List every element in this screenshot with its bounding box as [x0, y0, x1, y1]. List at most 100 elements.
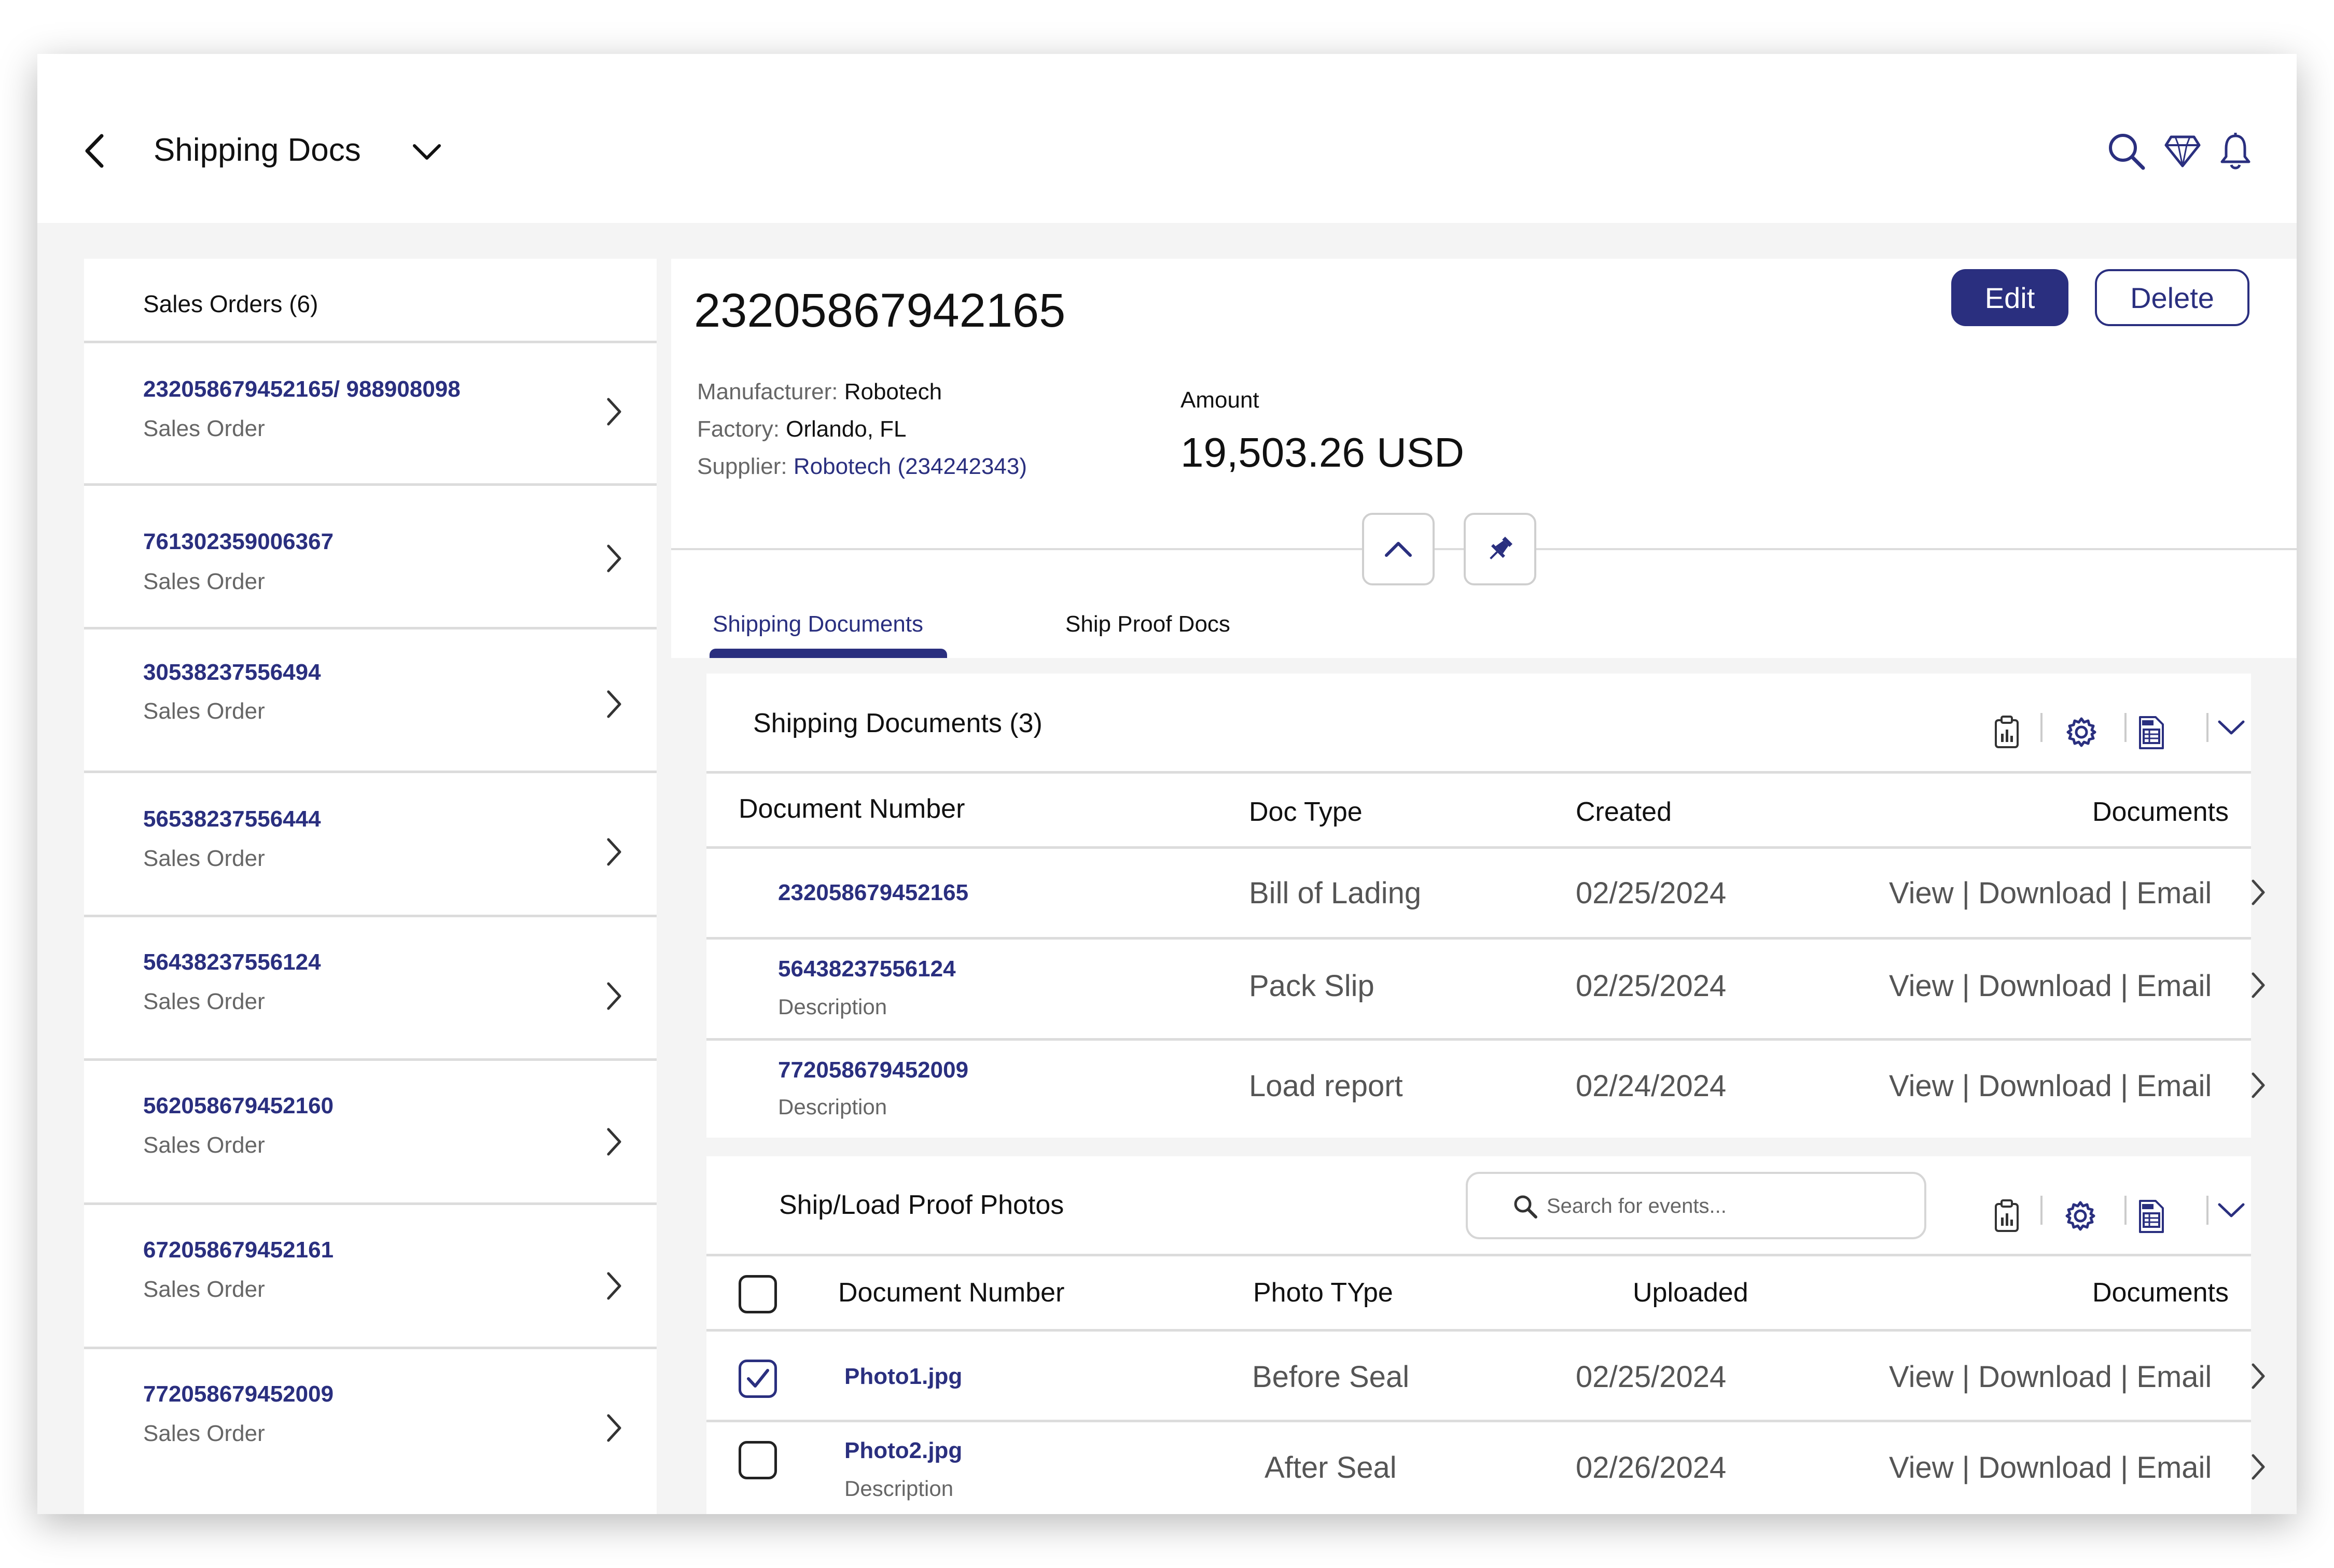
gear-icon[interactable] — [2064, 1200, 2096, 1232]
chevron-down-icon[interactable] — [2217, 1202, 2246, 1219]
chevron-right-icon[interactable] — [2250, 1362, 2267, 1391]
supplier-label: Supplier: — [697, 454, 787, 479]
photo-name-link[interactable]: Photo2.jpg — [844, 1438, 962, 1464]
list-item[interactable]: 30538237556494 Sales Order — [84, 629, 657, 773]
amount-label: Amount — [1180, 387, 1259, 413]
table-row[interactable]: 56438237556124 Description Pack Slip 02/… — [706, 940, 2265, 1041]
view-link[interactable]: View — [1889, 1069, 1954, 1103]
app-window: Shipping Docs Sales Orders (6) 232058679… — [37, 54, 2297, 1514]
chevron-right-icon — [605, 1270, 623, 1301]
list-item[interactable]: 772058679452009 Sales Order — [84, 1349, 657, 1514]
sales-order-number: 772058679452009 — [143, 1381, 334, 1407]
table-row[interactable]: 772058679452009 Description Load report … — [706, 1041, 2265, 1138]
back-arrow-icon[interactable] — [83, 133, 106, 169]
chevron-right-icon[interactable] — [2250, 971, 2267, 1000]
pin-button[interactable] — [1464, 513, 1536, 585]
supplier-link[interactable]: Robotech (234242343) — [794, 454, 1027, 479]
list-item[interactable]: 232058679452165/ 988908098 Sales Order — [84, 343, 657, 486]
sales-order-number: 672058679452161 — [143, 1237, 334, 1263]
search-input[interactable] — [1546, 1186, 1911, 1226]
email-link[interactable]: Email — [2136, 1069, 2212, 1103]
search-icon[interactable] — [2107, 132, 2146, 171]
table-row[interactable]: Photo2.jpg Description After Seal 02/26/… — [706, 1422, 2265, 1514]
email-link[interactable]: Email — [2136, 969, 2212, 1003]
document-number-link[interactable]: 772058679452009 — [778, 1057, 968, 1083]
view-link[interactable]: View — [1889, 1360, 1954, 1394]
chevron-down-icon[interactable] — [412, 143, 442, 161]
download-link[interactable]: Download — [1978, 1451, 2112, 1485]
document-icon[interactable] — [2138, 1199, 2165, 1234]
clipboard-icon[interactable] — [1994, 715, 2020, 749]
tab-shipping-documents[interactable]: Shipping Documents — [713, 611, 923, 637]
view-link[interactable]: View — [1889, 1451, 1954, 1485]
action-separator: | — [1962, 1360, 1970, 1394]
sales-order-type: Sales Order — [143, 1421, 265, 1446]
chevron-right-icon — [605, 1412, 623, 1444]
chevron-right-icon[interactable] — [2250, 878, 2267, 907]
page-title: Shipping Docs — [154, 132, 361, 168]
created-date: 02/24/2024 — [1576, 1069, 1727, 1103]
view-link[interactable]: View — [1889, 969, 1954, 1003]
download-link[interactable]: Download — [1978, 1360, 2112, 1394]
table-row[interactable]: 232058679452165 Bill of Lading 02/25/202… — [706, 849, 2265, 940]
table-row[interactable]: Photo1.jpg Before Seal 02/25/2024 View |… — [706, 1332, 2265, 1422]
list-item[interactable]: 56538237556444 Sales Order — [84, 773, 657, 917]
photo-name-link[interactable]: Photo1.jpg — [844, 1364, 962, 1390]
row-checkbox[interactable] — [739, 1441, 777, 1479]
photo-type: Before Seal — [1252, 1360, 1410, 1394]
proof-photos-title: Ship/Load Proof Photos — [779, 1190, 1064, 1220]
sales-order-type: Sales Order — [143, 416, 265, 441]
clipboard-icon[interactable] — [1994, 1199, 2020, 1233]
list-item[interactable]: 761302359006367 Sales Order — [84, 486, 657, 629]
factory-line: Factory: Orlando, FL — [697, 416, 907, 442]
list-item[interactable]: 672058679452161 Sales Order — [84, 1205, 657, 1349]
download-link[interactable]: Download — [1978, 876, 2112, 910]
list-item[interactable]: 56438237556124 Sales Order — [84, 917, 657, 1061]
column-header: Document Number — [838, 1278, 1065, 1308]
select-all-checkbox[interactable] — [739, 1275, 777, 1313]
doc-type: Bill of Lading — [1249, 876, 1422, 910]
search-events-field[interactable] — [1466, 1172, 1926, 1239]
action-separator: | — [1962, 969, 1970, 1003]
sales-order-type: Sales Order — [143, 569, 265, 594]
diamond-icon[interactable] — [2164, 135, 2201, 168]
collapse-button[interactable] — [1362, 513, 1435, 585]
action-separator: | — [1962, 1069, 1970, 1103]
download-link[interactable]: Download — [1978, 969, 2112, 1003]
photo-actions: View | Download | Email — [1889, 1450, 2212, 1485]
document-icon[interactable] — [2138, 715, 2165, 750]
chevron-right-icon[interactable] — [2250, 1452, 2267, 1481]
supplier-line: Supplier: Robotech (234242343) — [697, 454, 1027, 480]
email-link[interactable]: Email — [2136, 876, 2212, 910]
sales-order-number: 761302359006367 — [143, 529, 334, 554]
bell-icon[interactable] — [2220, 132, 2251, 171]
action-separator: | — [2120, 876, 2129, 910]
photo-description: Description — [844, 1476, 954, 1501]
chevron-down-icon[interactable] — [2217, 719, 2246, 736]
chevron-up-icon — [1384, 540, 1413, 558]
sales-orders-heading: Sales Orders (6) — [143, 290, 318, 317]
toolbar-divider — [2124, 713, 2127, 742]
edit-button[interactable]: Edit — [1951, 269, 2068, 326]
email-link[interactable]: Email — [2136, 1360, 2212, 1394]
action-separator: | — [1962, 876, 1970, 910]
chevron-right-icon[interactable] — [2250, 1071, 2267, 1100]
gear-icon[interactable] — [2065, 716, 2097, 748]
list-item[interactable]: 562058679452160 Sales Order — [84, 1061, 657, 1205]
toolbar-divider — [2124, 1196, 2127, 1225]
doc-type: Pack Slip — [1249, 969, 1374, 1003]
search-icon — [1512, 1194, 1538, 1220]
row-checkbox[interactable] — [739, 1360, 777, 1398]
document-number-link[interactable]: 56438237556124 — [778, 956, 956, 982]
delete-button[interactable]: Delete — [2095, 269, 2249, 326]
toolbar-divider — [2206, 713, 2208, 742]
document-number-link[interactable]: 232058679452165 — [778, 880, 968, 906]
factory-value: Orlando, FL — [786, 416, 907, 442]
download-link[interactable]: Download — [1978, 1069, 2112, 1103]
sales-orders-header: Sales Orders (6) — [84, 259, 657, 343]
email-link[interactable]: Email — [2136, 1451, 2212, 1485]
column-header: Document Number — [739, 794, 965, 824]
view-link[interactable]: View — [1889, 876, 1954, 910]
tab-ship-proof-docs[interactable]: Ship Proof Docs — [1065, 611, 1230, 637]
chevron-right-icon — [605, 396, 623, 427]
